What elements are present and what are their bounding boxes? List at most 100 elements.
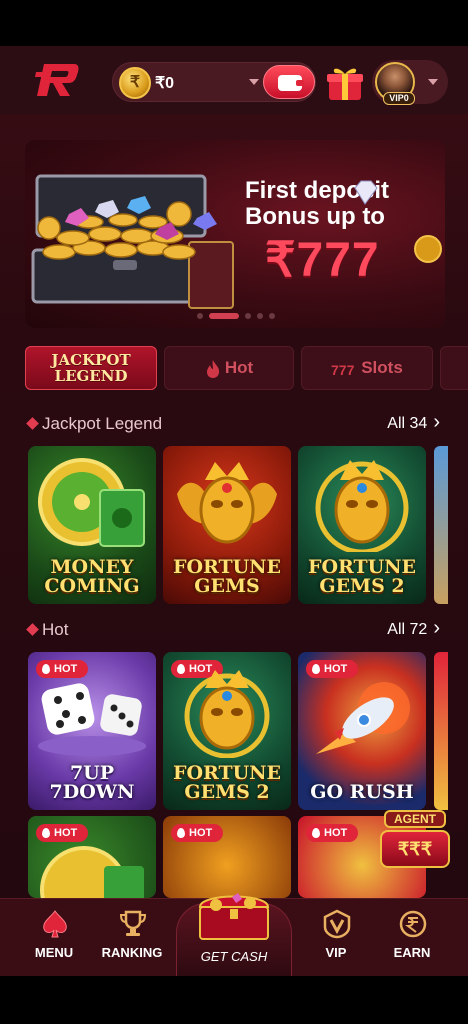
carousel-dot-active[interactable]: [209, 313, 239, 319]
money-wheel-image: [40, 846, 144, 898]
section-title: Jackpot Legend: [42, 414, 163, 433]
nav-label: RANKING: [101, 945, 163, 960]
banner-title-line-2: Bonus up to: [245, 203, 385, 230]
game-card-go-rush[interactable]: HOT GO RUSH: [298, 652, 426, 810]
chevron-down-icon[interactable]: [428, 79, 438, 85]
game-title-line-2: COMING: [44, 575, 140, 597]
game-card-partial[interactable]: [434, 652, 448, 810]
nav-label: MENU: [34, 945, 74, 960]
game-card-fortune-gems[interactable]: FORTUNE GEMS: [163, 446, 291, 604]
chevron-down-icon[interactable]: [249, 79, 259, 85]
game-title-line-2: GO RUSH: [310, 781, 414, 803]
tab-slots-label: Slots: [361, 358, 403, 377]
dice-image: [38, 683, 146, 756]
game-card-7up-7down[interactable]: HOT 7UP 7DOWN: [28, 652, 156, 810]
tab-label: JACKPOT LEGEND: [26, 347, 156, 389]
nav-earn[interactable]: EARN: [374, 899, 450, 976]
golden-mask-image: [184, 670, 270, 758]
rupee-coin-icon: ₹: [119, 67, 151, 99]
game-title: MONEY COMING: [28, 558, 156, 596]
tab-hot[interactable]: Hot: [164, 346, 294, 390]
agent-floating-button[interactable]: AGENT ₹₹₹: [380, 810, 450, 874]
game-card-partial-row[interactable]: HOT: [28, 816, 156, 898]
carousel-dot[interactable]: [197, 313, 203, 319]
tab-label: Hot: [165, 347, 293, 389]
brand-logo[interactable]: [34, 62, 80, 98]
carousel-dot[interactable]: [245, 313, 251, 319]
banner-title: First deposit Bonus up to: [245, 178, 441, 230]
banner-title-line-1: First deposit: [245, 177, 390, 204]
nav-ranking[interactable]: RANKING: [94, 899, 170, 976]
carousel-dot[interactable]: [269, 313, 275, 319]
agent-label: AGENT: [384, 810, 446, 828]
agent-coins-icon: ₹₹₹: [380, 830, 450, 868]
hot-badge: HOT: [171, 824, 223, 842]
tab-slots[interactable]: 777 Slots: [301, 346, 433, 390]
game-title: 7UP 7DOWN: [28, 764, 156, 802]
game-card-money-coming[interactable]: MONEY COMING: [28, 446, 156, 604]
tab-label: 777 Slots: [302, 347, 432, 389]
coin-decoration-icon: [414, 235, 442, 263]
diamond-icon: [26, 623, 39, 636]
wallet-button[interactable]: [263, 65, 315, 99]
gem-icon: [354, 180, 378, 205]
game-card-fortune-gems-2[interactable]: FORTUNE GEMS 2: [298, 446, 426, 604]
game-title: FORTUNE GEMS 2: [298, 558, 426, 596]
balance-pill[interactable]: ₹ ₹0: [112, 62, 316, 102]
carousel-dot[interactable]: [257, 313, 263, 319]
view-all-link[interactable]: All 34: [387, 414, 440, 433]
system-nav-area: [0, 976, 468, 1024]
svg-text:777: 777: [331, 362, 355, 378]
game-card-partial[interactable]: [434, 446, 448, 604]
game-title: FORTUNE GEMS 2: [163, 764, 291, 802]
gift-icon[interactable]: [326, 64, 364, 102]
carousel-dots: [197, 312, 287, 320]
tab-jackpot-legend[interactable]: JACKPOT LEGEND: [25, 346, 157, 390]
tab-hot-label: Hot: [224, 358, 254, 377]
spade-icon: [43, 910, 67, 938]
tab-label-line-1: JACKPOT: [51, 351, 131, 369]
treasure-chest-icon: [198, 893, 270, 940]
nav-label: VIP: [325, 945, 347, 960]
golden-mask-image: [315, 460, 409, 552]
nav-menu[interactable]: MENU: [16, 899, 92, 976]
game-title-line-2: GEMS 2: [319, 575, 405, 597]
777-icon: 777: [331, 362, 355, 378]
banner-bonus-amount: ₹777: [265, 234, 380, 287]
tab-label-line-2: LEGEND: [54, 367, 128, 385]
view-all-link[interactable]: All 72: [387, 620, 440, 639]
game-title: FORTUNE GEMS: [163, 558, 291, 596]
bottom-nav: MENU RANKING GET CASH VIP EARN: [0, 893, 468, 976]
money-wheel-image: [38, 458, 145, 547]
game-title-line-2: GEMS 2: [184, 781, 270, 803]
section-title: Hot: [42, 620, 69, 639]
section-header-jackpot-legend: Jackpot Legend All 34: [26, 412, 440, 436]
game-title: GO RUSH: [298, 783, 426, 802]
tab-more[interactable]: [440, 346, 468, 390]
app-screen: ₹ ₹0 VIP0 First deposit Bonus up to ₹777…: [0, 46, 468, 976]
hot-badge: HOT: [306, 824, 358, 842]
game-title-line-2: GEMS: [194, 575, 260, 597]
vip-shield-icon: [323, 909, 351, 939]
flame-icon: [206, 359, 219, 378]
treasure-case-image: [31, 174, 234, 309]
nav-vip[interactable]: VIP: [298, 899, 374, 976]
section-header-hot: Hot All 72: [26, 618, 440, 642]
top-header: ₹ ₹0 VIP0: [0, 46, 468, 114]
wallet-icon: [278, 75, 304, 91]
nav-label: GET CASH: [200, 949, 268, 964]
nav-label: EARN: [393, 945, 431, 960]
balance-amount: ₹0: [155, 75, 175, 92]
rocket-image: [316, 682, 410, 754]
nav-get-cash[interactable]: GET CASH: [176, 885, 292, 976]
game-card-fortune-gems-2[interactable]: HOT FORTUNE GEMS 2: [163, 652, 291, 810]
vip-level-badge: VIP0: [383, 92, 415, 105]
promo-banner[interactable]: First deposit Bonus up to ₹777: [25, 140, 445, 328]
profile-menu[interactable]: VIP0: [372, 60, 448, 105]
golden-mask-image: [177, 462, 277, 544]
rupee-circle-icon: [399, 910, 427, 938]
game-title-line-2: 7DOWN: [49, 781, 135, 803]
status-bar-area: [0, 0, 468, 46]
trophy-icon: [119, 910, 147, 936]
diamond-icon: [26, 417, 39, 430]
